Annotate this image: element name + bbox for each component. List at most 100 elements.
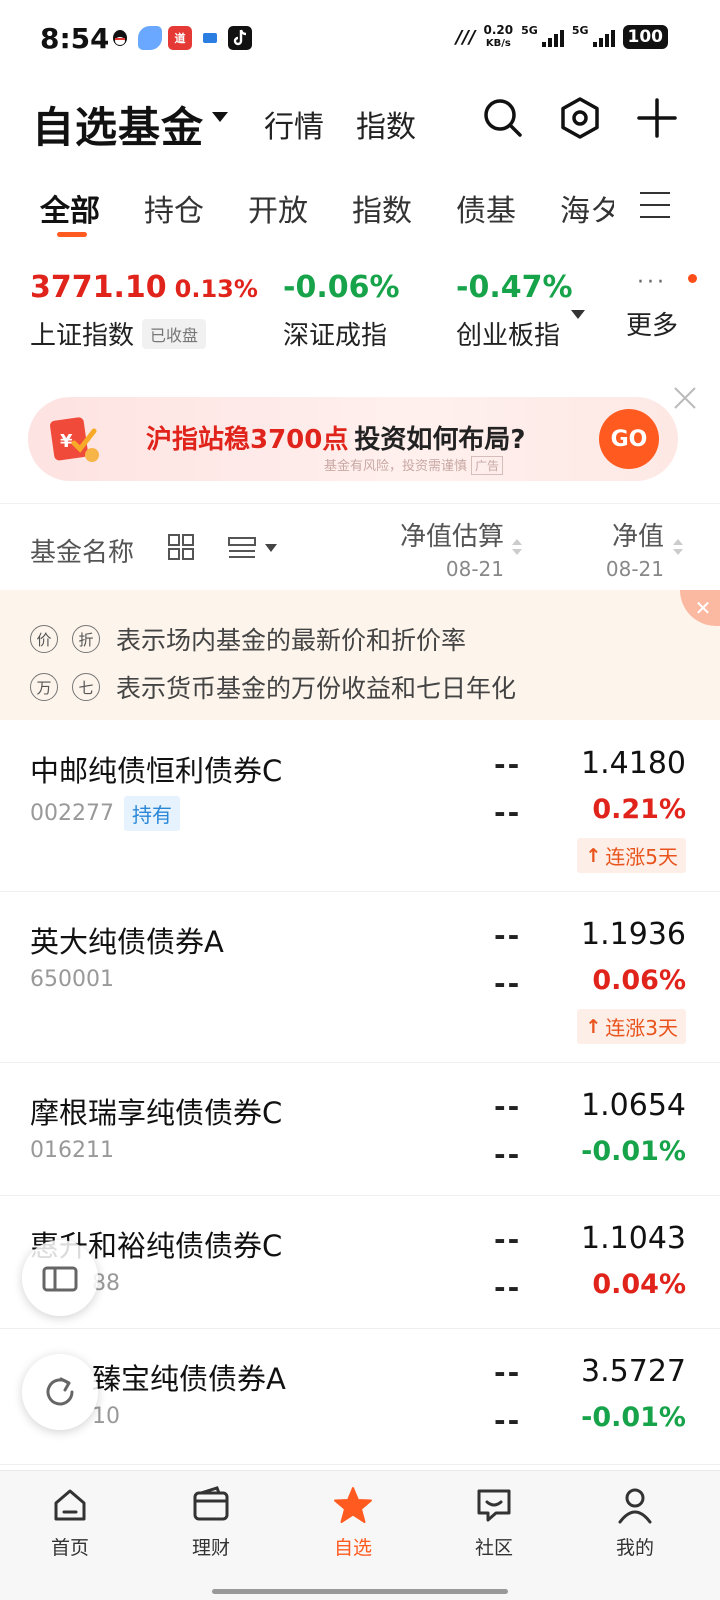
nav-change: -0.01% <box>581 1402 686 1433</box>
banner-close-icon[interactable] <box>672 385 698 411</box>
estimate-change: -- <box>494 1271 522 1304</box>
nav-change: 0.04% <box>592 1269 686 1300</box>
nav-community[interactable]: 社区 <box>444 1485 544 1560</box>
tab-all[interactable]: 全部 <box>40 186 100 230</box>
settings-hex-icon[interactable] <box>556 94 604 142</box>
battery-icon: 100 <box>622 25 668 49</box>
page-title[interactable]: 自选基金 <box>32 94 204 155</box>
plus-icon[interactable] <box>633 94 681 142</box>
nav-value: 1.1936 <box>581 917 686 952</box>
notification-dot <box>688 274 697 283</box>
holding-badge: 持有 <box>123 796 180 831</box>
seven-badge: 七 <box>72 673 100 701</box>
nav-change: -0.01% <box>581 1136 686 1167</box>
tab-menu-icon[interactable] <box>640 188 674 220</box>
index-more[interactable]: ··· 更多 <box>626 270 678 342</box>
promo-banner[interactable]: ¥ 沪指站稳3700点 投资如何布局? 基金有风险，投资需谨慎 广告 GO <box>28 397 678 481</box>
market-link[interactable]: 行情 <box>264 102 324 146</box>
qq-icon <box>108 26 132 50</box>
tab-indicator <box>57 232 87 237</box>
nav-change: 0.21% <box>592 794 686 825</box>
estimate-change: -- <box>494 967 522 1000</box>
tab-bond[interactable]: 债基 <box>456 186 516 230</box>
fund-name: 臻宝纯债债券A <box>92 1362 286 1396</box>
gesture-bar <box>212 1589 508 1594</box>
nav-profile[interactable]: 我的 <box>585 1485 685 1560</box>
col-estimate[interactable]: 净值估算 08-21 <box>400 516 504 581</box>
grid-view-icon[interactable] <box>168 534 194 560</box>
index-chinext[interactable]: -0.47% 创业板指 <box>456 270 573 352</box>
estimate-value: -- <box>494 919 522 952</box>
closed-badge: 已收盘 <box>142 319 207 349</box>
view-dropdown-icon[interactable] <box>265 544 277 552</box>
refresh-icon <box>46 1377 74 1406</box>
tiktok-icon <box>228 26 252 50</box>
estimate-value: -- <box>494 1090 522 1123</box>
tab-index[interactable]: 指数 <box>352 186 412 230</box>
chat-icon <box>477 1489 511 1522</box>
price-badge: 价 <box>30 625 58 653</box>
tip-money-fund: 万 七 表示货币基金的万份收益和七日年化 <box>30 669 516 705</box>
index-strip: 3771.10 0.13% 上证指数 已收盘 -0.06% 深证成指 -0.47% … <box>0 270 720 360</box>
sort-down-icon <box>512 549 522 555</box>
estimate-value: -- <box>494 1356 522 1389</box>
status-time: 8:54 <box>40 22 110 55</box>
tips-close-icon[interactable]: ✕ <box>680 590 720 626</box>
floating-refresh-button[interactable] <box>22 1354 98 1430</box>
sort-down-icon <box>673 549 683 555</box>
go-button[interactable]: GO <box>599 409 659 469</box>
col-nav[interactable]: 净值 08-21 <box>606 516 664 581</box>
profile-icon <box>618 1488 652 1524</box>
app-header: 自选基金 行情 指数 <box>0 90 720 152</box>
fund-row[interactable]: 摩根瑞享纯债债券C 016211 -- -- 1.0654 -0.01% <box>0 1062 720 1196</box>
legend-tips: 价 折 表示场内基金的最新价和折价率 万 七 表示货币基金的万份收益和七日年化 … <box>0 590 720 720</box>
risk-disclaimer: 基金有风险，投资需谨慎 广告 <box>324 455 504 475</box>
index-shenzhen[interactable]: -0.06% 深证成指 <box>283 270 400 352</box>
nav-home[interactable]: 首页 <box>20 1485 120 1560</box>
nfc-icon: /// <box>455 26 476 48</box>
fund-row[interactable]: 中邮纯债恒利债券C 002277 持有 -- -- 1.4180 0.21% ↑ 连… <box>0 720 720 892</box>
fund-row[interactable]: 英大纯债债券A 650001 -- -- 1.1936 0.06% ↑ 连涨3天 <box>0 891 720 1063</box>
list-header: 基金名称 净值估算 08-21 净值 08-21 <box>0 503 720 590</box>
status-right: /// 0.20 KB/s 5G 5G 100 <box>456 24 668 50</box>
fund-row[interactable]: 臻宝纯债债券A 10 -- -- 3.5727 -0.01% <box>0 1328 720 1465</box>
title-dropdown-icon[interactable] <box>212 112 228 122</box>
page: 8:54 道 /// 0.20 KB/s 5G 5G 100 自选基金 行情 指… <box>0 0 720 1600</box>
nav-finance[interactable]: 理财 <box>161 1485 261 1560</box>
tab-holdings[interactable]: 持仓 <box>144 186 204 230</box>
nav-value: 3.5727 <box>581 1354 686 1389</box>
search-icon[interactable] <box>479 94 527 142</box>
wan-badge: 万 <box>30 673 58 701</box>
up-arrow-icon: ↑ <box>585 1015 602 1038</box>
signal2-icon <box>592 27 615 47</box>
streak-badge: ↑ 连涨3天 <box>577 1009 686 1044</box>
floating-window-button[interactable] <box>22 1240 98 1316</box>
fund-code: 002277 持有 <box>30 796 180 831</box>
estimate-value: -- <box>494 748 522 781</box>
home-icon <box>54 1489 86 1521</box>
fund-name: 中邮纯债恒利债券C <box>30 754 283 788</box>
nav-value: 1.1043 <box>581 1221 686 1256</box>
wallet-icon <box>193 1486 229 1521</box>
fund-name: 摩根瑞享纯债债券C <box>30 1096 283 1130</box>
status-bar: 8:54 道 /// 0.20 KB/s 5G 5G 100 <box>0 0 720 78</box>
nav-change: 0.06% <box>592 965 686 996</box>
banner-text: 沪指站稳3700点 投资如何布局? <box>146 425 526 455</box>
category-tabs: 全部 持仓 开放 指数 债基 海タ <box>0 180 720 242</box>
index-shanghai[interactable]: 3771.10 0.13% 上证指数 已收盘 <box>30 270 258 352</box>
ad-tag: 广告 <box>471 456 504 475</box>
index-link[interactable]: 指数 <box>356 102 416 146</box>
estimate-change: -- <box>494 796 522 829</box>
list-view-icon[interactable] <box>228 536 256 560</box>
fund-code: 650001 <box>30 967 114 992</box>
estimate-value: -- <box>494 1223 522 1256</box>
tab-open[interactable]: 开放 <box>248 186 308 230</box>
fund-row[interactable]: 惠升和裕纯债债券C 88 -- -- 1.1043 0.04% <box>0 1195 720 1329</box>
index-dropdown-icon[interactable] <box>571 310 585 319</box>
bottom-nav: 首页 理财 自选 社区 我的 <box>0 1470 720 1600</box>
fund-name: 英大纯债债券A <box>30 925 224 959</box>
tab-overseas[interactable]: 海タ <box>560 186 614 230</box>
nav-watchlist[interactable]: 自选 <box>303 1485 403 1560</box>
col-fund-name: 基金名称 <box>30 538 135 568</box>
streak-badge: ↑ 连涨5天 <box>577 838 686 873</box>
